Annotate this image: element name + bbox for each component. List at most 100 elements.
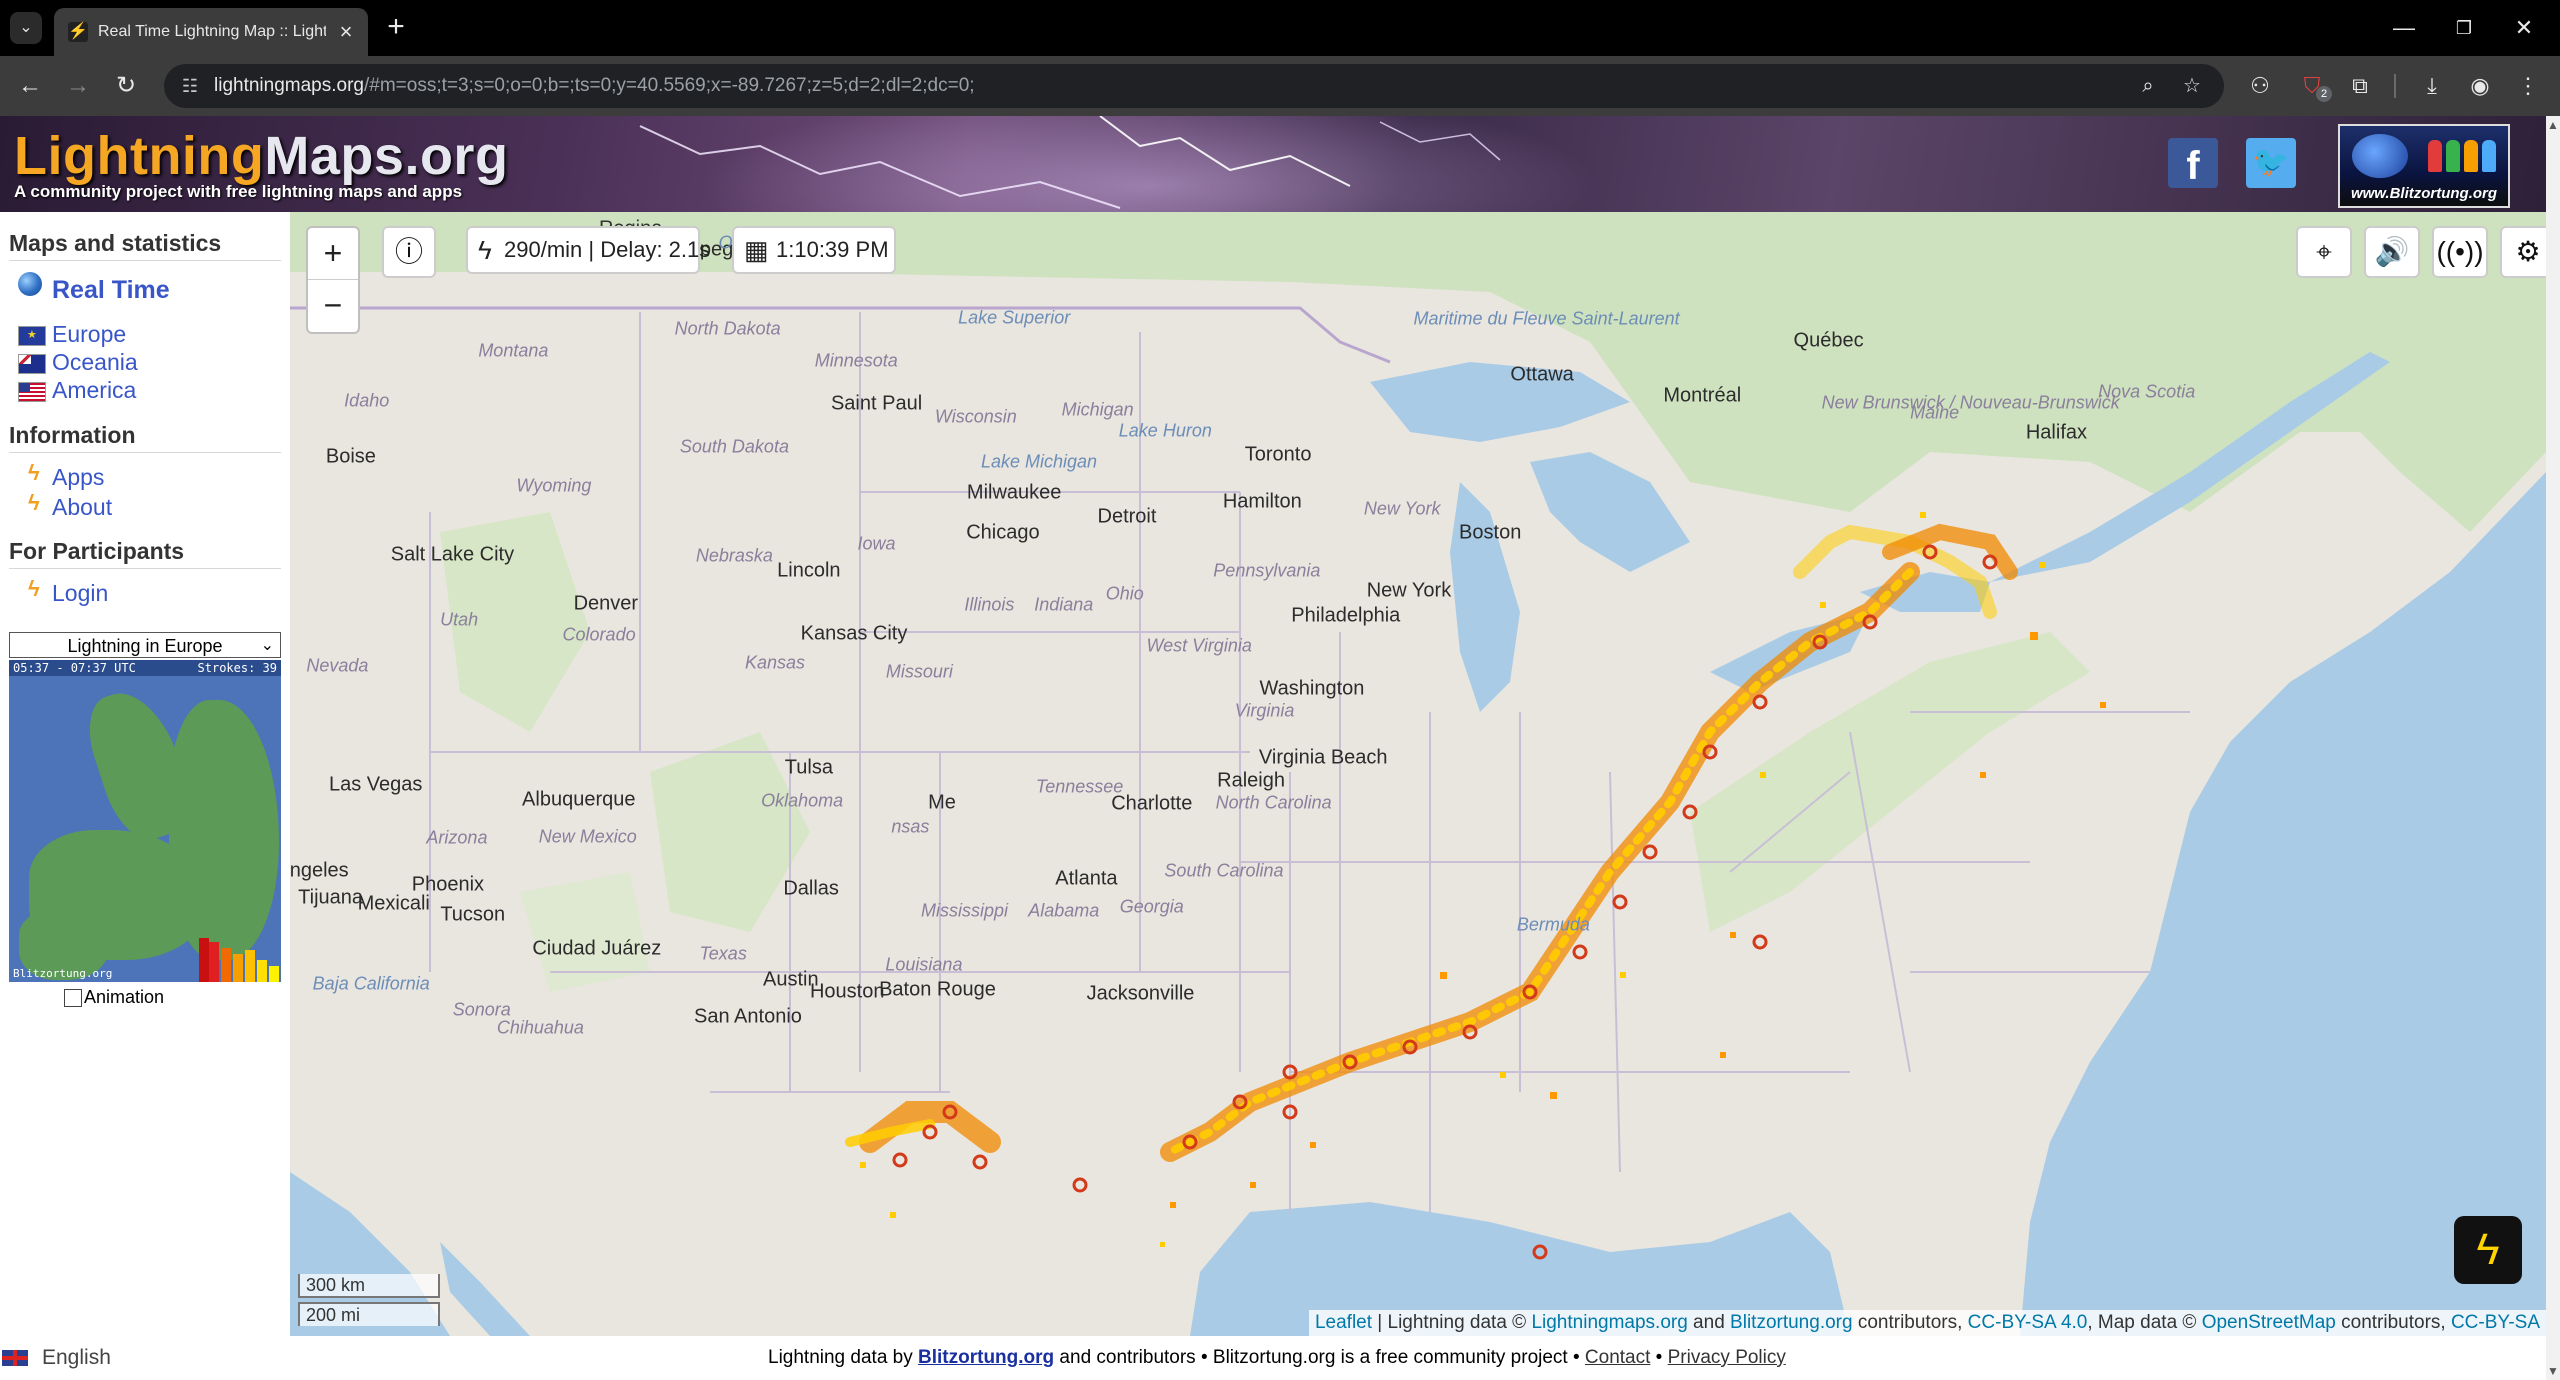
map-label-toronto: Toronto	[1244, 443, 1312, 466]
scroll-up-icon[interactable]: ▲	[2547, 118, 2559, 132]
attribution-text: contributors,	[2335, 1312, 2451, 1333]
map-label-west-virginia: West Virginia	[1146, 635, 1252, 656]
favicon-bolt-icon: ⚡	[68, 22, 88, 42]
map-label-virginia: Virginia	[1234, 700, 1295, 721]
leaflet-link[interactable]: Leaflet	[1315, 1312, 1372, 1333]
mini-map-bar	[199, 938, 209, 982]
mini-map-bar	[245, 950, 255, 982]
back-icon[interactable]: ←	[12, 68, 48, 104]
person-icon	[2446, 140, 2460, 172]
map-label-houston: Houston	[809, 980, 885, 1003]
map-label-quebec-region: Québec	[1793, 329, 1864, 352]
site-info-icon[interactable]: ☷	[178, 74, 202, 98]
page-scrollbar[interactable]: ▲ ▼	[2546, 116, 2560, 1380]
puzzle-icon[interactable]: ⧉	[2344, 70, 2376, 102]
browser-tab[interactable]: ⚡ Real Time Lightning Map :: Lightning ×	[54, 8, 368, 56]
locate-icon[interactable]: ⌖	[2296, 226, 2352, 278]
reload-icon[interactable]: ↻	[108, 68, 144, 104]
menu-icon[interactable]: ⋮	[2512, 70, 2544, 102]
site-logo[interactable]: LightningMaps.org	[14, 126, 508, 186]
sound-icon[interactable]: 🔊	[2364, 226, 2420, 278]
animation-checkbox[interactable]	[64, 989, 82, 1007]
lightningmaps-link[interactable]: Lightningmaps.org	[1531, 1312, 1687, 1333]
new-tab-icon[interactable]: +	[380, 12, 412, 44]
info-icon[interactable]: ⓘ	[382, 226, 436, 278]
map-label-saint-paul: Saint Paul	[830, 392, 923, 415]
zoom-out-button[interactable]: −	[308, 280, 358, 331]
map-label-mississippi: Mississippi	[921, 900, 1009, 921]
eu-flag-icon	[18, 326, 46, 346]
us-flag-icon	[18, 382, 46, 402]
blitzortung-link[interactable]: Blitzortung.org	[1730, 1312, 1853, 1333]
address-bar[interactable]: ☷ lightningmaps.org/#m=oss;t=3;s=0;o=0;b…	[164, 64, 2224, 108]
sidebar-item-real-time[interactable]: Real Time	[52, 276, 170, 305]
profile-icon[interactable]: ◉	[2464, 70, 2496, 102]
chevron-down-icon: ⌄	[260, 637, 274, 654]
download-icon[interactable]: ⤓	[2416, 70, 2448, 102]
url-text[interactable]: lightningmaps.org/#m=oss;t=3;s=0;o=0;b=;…	[214, 64, 975, 108]
sidebar-item-about[interactable]: About	[52, 494, 112, 521]
privacy-policy-link[interactable]: Privacy Policy	[1668, 1347, 1786, 1368]
attribution-text: | Lightning data ©	[1372, 1312, 1532, 1333]
rate-delay-box[interactable]: ϟ 290/min | Delay: 2.1s	[466, 226, 710, 274]
mini-map-strokes: Strokes: 39	[197, 661, 277, 675]
broadcast-icon[interactable]: ((•))	[2432, 226, 2488, 278]
extension-icon[interactable]: ⚇	[2244, 70, 2276, 102]
site-header: LightningMaps.org A community project wi…	[0, 116, 2546, 212]
time-box[interactable]: ▦ 1:10:39 PM	[732, 226, 896, 274]
map-label-texas: Texas	[699, 943, 747, 964]
close-icon[interactable]: ×	[334, 20, 358, 44]
window-close-icon[interactable]: ✕	[2496, 8, 2552, 48]
tab-title: Real Time Lightning Map :: Lightning	[98, 23, 326, 40]
sidebar: Maps and statistics Real Time Europe Oce…	[0, 212, 290, 1332]
sidebar-item-apps[interactable]: Apps	[52, 464, 104, 491]
minimize-icon[interactable]: —	[2376, 8, 2432, 48]
star-icon[interactable]: ☆	[2178, 72, 2206, 100]
sidebar-item-europe[interactable]: Europe	[52, 321, 126, 348]
zoom-in-button[interactable]: +	[308, 228, 358, 280]
map-label-lincoln: Lincoln	[777, 559, 841, 582]
animation-checkbox-row[interactable]: Animation	[64, 987, 164, 1008]
map-label-chicago: Chicago	[966, 521, 1040, 544]
twitter-icon[interactable]: 🐦	[2246, 138, 2296, 188]
map-label-michigan: Michigan	[1061, 399, 1134, 420]
zoom-control: + −	[306, 226, 360, 334]
forward-icon[interactable]: →	[60, 68, 96, 104]
bolt-icon: ϟ	[28, 490, 40, 515]
facebook-icon[interactable]: f	[2168, 138, 2218, 188]
contact-link[interactable]: Contact	[1585, 1347, 1650, 1368]
lightning-fab-icon[interactable]: ϟ	[2454, 1216, 2522, 1284]
map-label-boston: Boston	[1459, 521, 1522, 544]
region-select[interactable]: Lightning in Europe ⌄	[9, 632, 281, 658]
map-label-baton-rouge: Baton Rouge	[879, 978, 996, 1001]
map-label-tijuana: Tijuana	[298, 886, 364, 909]
zoom-icon[interactable]: ⌕	[2134, 72, 2162, 100]
sidebar-item-oceania[interactable]: Oceania	[52, 349, 138, 376]
blitzortung-logo[interactable]: www.Blitzortung.org	[2338, 124, 2510, 208]
lightning-map[interactable]: Regina Winnipeg Ontario Maritime du Fleu…	[290, 212, 2546, 1336]
page-footer: English Lightning data by Blitzortung.or…	[0, 1336, 2546, 1380]
cc-by-sa-link[interactable]: CC-BY-SA	[2451, 1312, 2540, 1333]
language-selector[interactable]: English	[2, 1336, 111, 1380]
restore-icon[interactable]: ❐	[2436, 8, 2492, 48]
cc-by-sa-40-link[interactable]: CC-BY-SA 4.0	[1968, 1312, 2088, 1333]
tab-list-icon[interactable]: ⌄	[10, 12, 42, 44]
map-label-minnesota: Minnesota	[814, 350, 898, 371]
europe-mini-map[interactable]: 05:37 - 07:37 UTC Strokes: 39 Blitzortun…	[9, 660, 281, 982]
maps-heading: Maps and statistics	[9, 230, 281, 261]
openstreetmap-link[interactable]: OpenStreetMap	[2202, 1312, 2336, 1333]
scroll-down-icon[interactable]: ▼	[2547, 1364, 2559, 1378]
map-label-maritime: Maritime du Fleuve Saint-Laurent	[1413, 308, 1680, 329]
globe-icon	[2352, 134, 2408, 178]
mini-map-bar	[269, 966, 279, 982]
sidebar-item-america[interactable]: America	[52, 377, 136, 404]
settings-gear-icon[interactable]: ⚙	[2500, 226, 2546, 278]
map-label-arkansas: nsas	[891, 816, 930, 837]
footer-text: Lightning data by Blitzortung.org and co…	[768, 1336, 1786, 1380]
sidebar-item-login[interactable]: Login	[52, 580, 108, 607]
map-label-new-york-state: New York	[1363, 498, 1441, 519]
map-label-georgia: Georgia	[1119, 896, 1184, 917]
mini-map-bar	[257, 960, 267, 982]
map-label-montreal: Montréal	[1663, 384, 1742, 407]
footer-blitzortung-link[interactable]: Blitzortung.org	[918, 1347, 1054, 1368]
